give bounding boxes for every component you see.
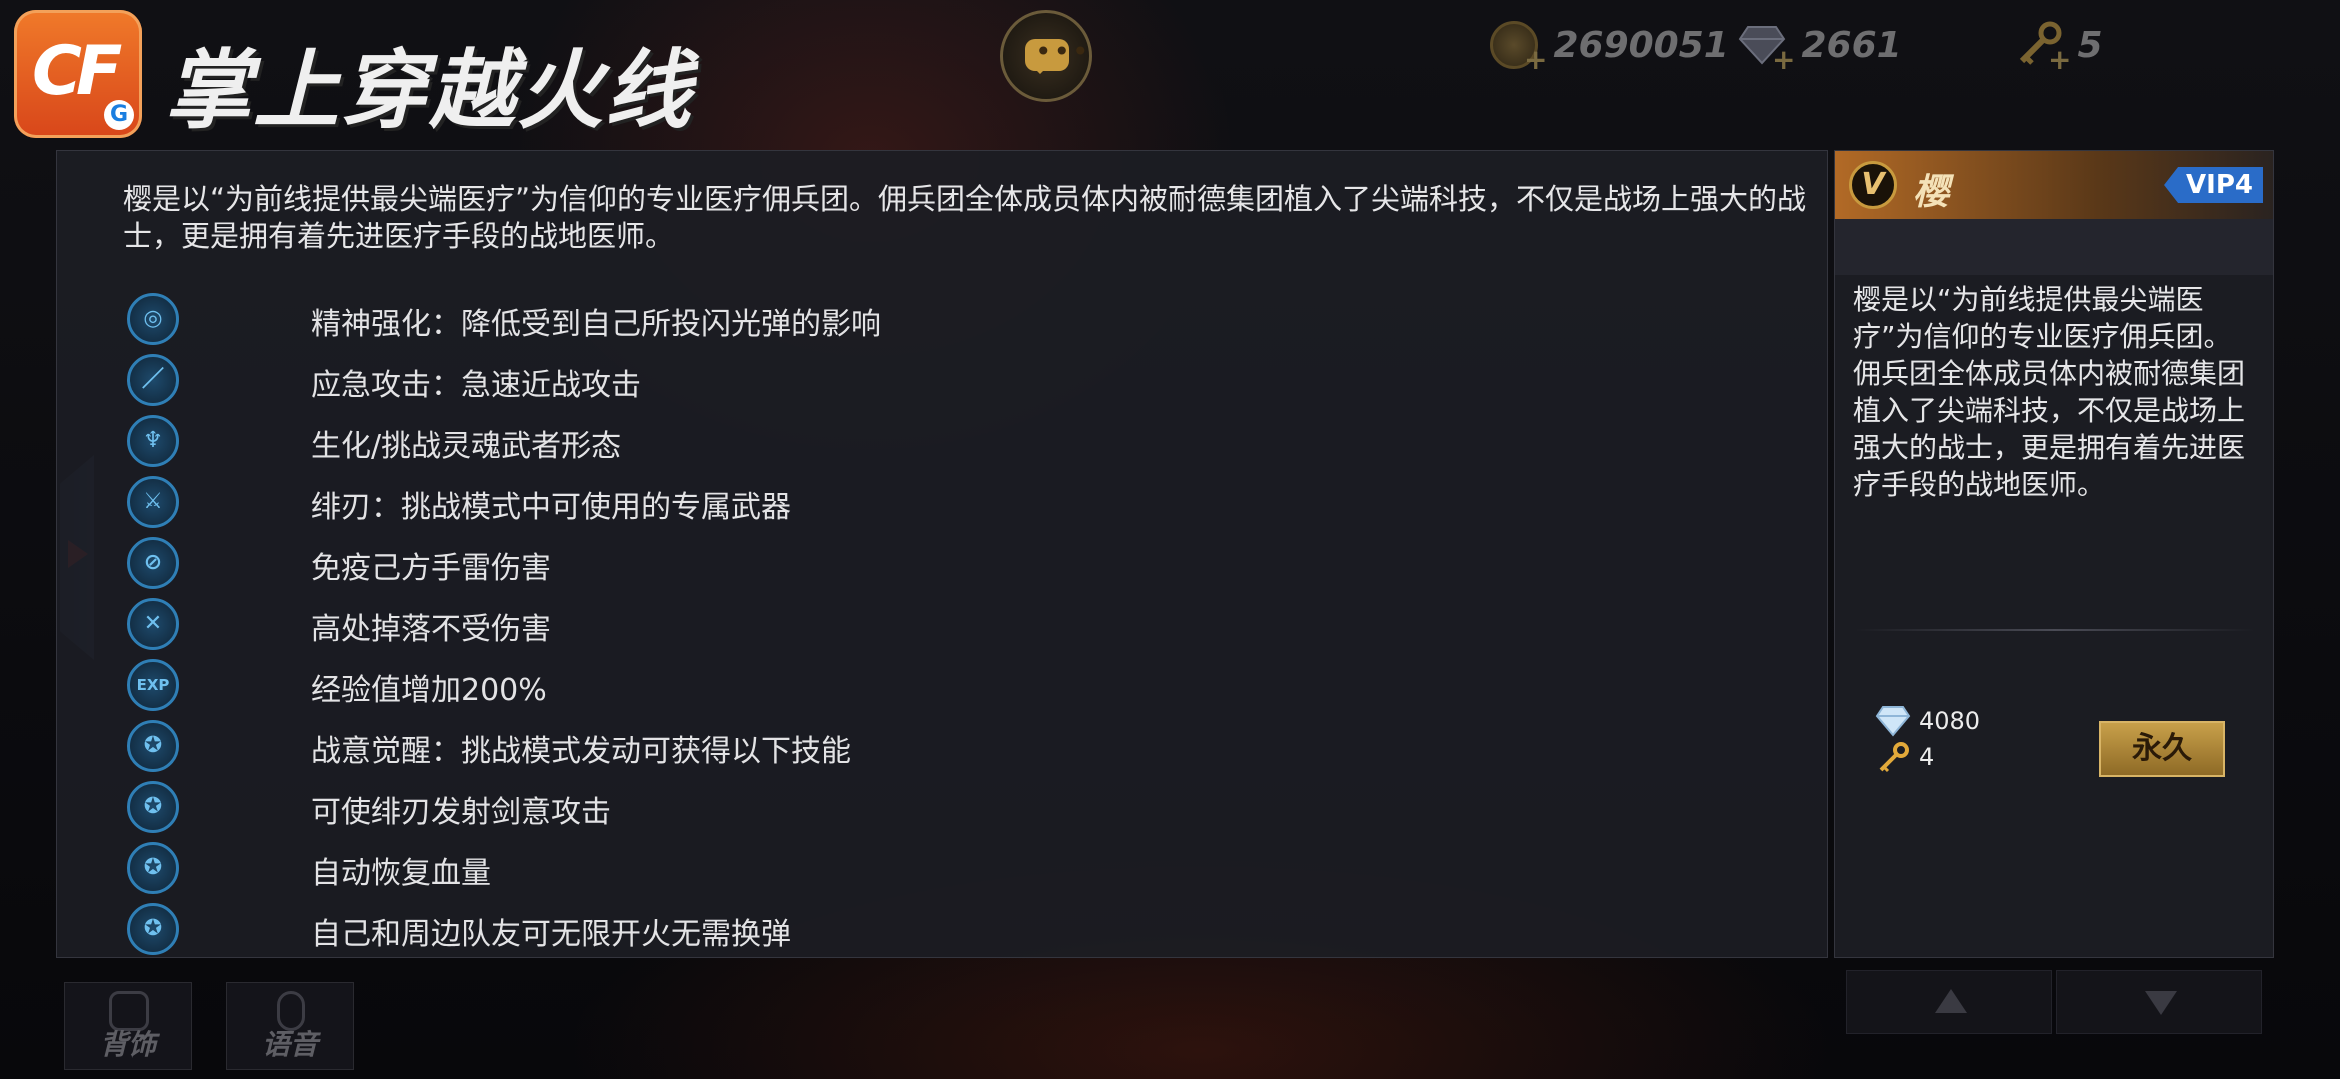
buy-permanent-button[interactable]: 永久 [2099, 721, 2225, 777]
tab-label: 背饰 [99, 1028, 156, 1061]
skill-row: ✪ 自动恢复血量 [127, 840, 1627, 901]
app-title: 掌上穿越火线 [165, 41, 693, 141]
skill-text: 生化/挑战灵魂武者形态 [311, 429, 622, 464]
arrow-up-icon [1935, 989, 1967, 1013]
scroll-up-button[interactable] [1846, 970, 2052, 1034]
diamond-value: 2661 [1801, 24, 1902, 66]
skill-list: ◎ 精神强化：降低受到自己所投闪光弹的影响 ／ 应急攻击：急速近战攻击 ♆ 生化… [127, 291, 1627, 962]
eye-mask-icon: ◎ [127, 293, 179, 345]
character-header: V 樱 VIP4 [1835, 151, 2273, 219]
header-strip [1835, 219, 2273, 275]
skill-row: ✪ 自己和周边队友可无限开火无需换弹 [127, 901, 1627, 962]
skill-row: ♆ 生化/挑战灵魂武者形态 [127, 413, 1627, 474]
key-icon [1879, 742, 1909, 773]
skill-text: 自动恢复血量 [311, 856, 491, 891]
key-price-value: 4 [1919, 743, 1935, 771]
skill-row: ✕ 高处掉落不受伤害 [127, 596, 1627, 657]
skill-row: EXP 经验值增加200% [127, 657, 1627, 718]
strength-icon: ✪ [127, 720, 179, 772]
blade-icon: ⚔ [127, 476, 179, 528]
arrow-down-icon [2145, 991, 2177, 1015]
key-price: 4 [1875, 741, 1934, 773]
vip-emblem-icon: V [1849, 161, 1897, 209]
divider [1855, 629, 2255, 631]
character-purchase-panel: V 樱 VIP4 樱是以“为前线提供最尖端医疗”为信仰的专业医疗佣兵团。佣兵团全… [1834, 150, 2274, 958]
plus-icon: + [1524, 42, 1548, 76]
skill-text: 绯刃：挑战模式中可使用的专属武器 [311, 490, 791, 525]
tab-label: 语音 [261, 1028, 318, 1061]
character-intro: 樱是以“为前线提供最尖端医疗”为信仰的专业医疗佣兵团。佣兵团全体成员体内被耐德集… [123, 182, 1807, 253]
skill-text: 高处掉落不受伤害 [311, 612, 551, 647]
chat-bubble-icon: ••• [1025, 35, 1089, 74]
logo-badge: G [104, 100, 134, 130]
skill-text: 经验值增加200% [311, 673, 547, 708]
character-detail-panel: 樱是以“为前线提供最尖端医疗”为信仰的专业医疗佣兵团。佣兵团全体成员体内被耐德集… [56, 150, 1828, 958]
scroll-down-button[interactable] [2056, 970, 2262, 1034]
tab-voice[interactable]: 语音 [226, 982, 354, 1070]
vip-level-badge: VIP4 [2164, 167, 2263, 203]
diamond-icon [1875, 706, 1911, 737]
skill-text: 可使绯刃发射剑意攻击 [311, 795, 611, 830]
strength-icon: ✪ [127, 903, 179, 955]
soul-warrior-icon: ♆ [127, 415, 179, 467]
skill-text: 应急攻击：急速近战攻击 [311, 368, 641, 403]
exp-icon: EXP [127, 659, 179, 711]
plus-icon: + [2048, 42, 2072, 76]
strength-icon: ✪ [127, 842, 179, 894]
skill-text: 自己和周边队友可无限开火无需换弹 [311, 917, 791, 952]
skill-row: ◎ 精神强化：降低受到自己所投闪光弹的影响 [127, 291, 1627, 352]
character-description: 樱是以“为前线提供最尖端医疗”为信仰的专业医疗佣兵团。佣兵团全体成员体内被耐德集… [1853, 283, 2246, 501]
key-value: 5 [2077, 24, 2103, 66]
diamond-price: 4080 [1875, 705, 1980, 737]
skill-text: 战意觉醒：挑战模式发动可获得以下技能 [311, 734, 851, 769]
no-grenade-icon: ⊘ [127, 537, 179, 589]
skill-row: ✪ 可使绯刃发射剑意攻击 [127, 779, 1627, 840]
knife-icon: ／ [127, 354, 179, 406]
key-balance[interactable]: + 5 [2014, 8, 2103, 82]
character-name: 樱 [1913, 172, 1950, 213]
no-fall-damage-icon: ✕ [127, 598, 179, 650]
tab-back-accessory[interactable]: 背饰 [64, 982, 192, 1070]
coin-value: 2690051 [1553, 24, 1729, 66]
coin-balance[interactable]: + 2690051 [1490, 8, 1729, 82]
skill-row: ⊘ 免疫己方手雷伤害 [127, 535, 1627, 596]
chat-button[interactable]: ••• [1000, 10, 1092, 102]
skill-text: 免疫己方手雷伤害 [311, 551, 551, 586]
logo-text: CF [32, 32, 122, 111]
skill-row: ✪ 战意觉醒：挑战模式发动可获得以下技能 [127, 718, 1627, 779]
plus-icon: + [1772, 42, 1796, 76]
skill-row: ⚔ 绯刃：挑战模式中可使用的专属武器 [127, 474, 1627, 535]
strength-icon: ✪ [127, 781, 179, 833]
diamond-price-value: 4080 [1919, 707, 1981, 735]
skill-text: 精神强化：降低受到自己所投闪光弹的影响 [311, 307, 881, 342]
app-logo: CF G [14, 10, 142, 138]
diamond-balance[interactable]: + 2661 [1738, 8, 1902, 82]
skill-row: ／ 应急攻击：急速近战攻击 [127, 352, 1627, 413]
